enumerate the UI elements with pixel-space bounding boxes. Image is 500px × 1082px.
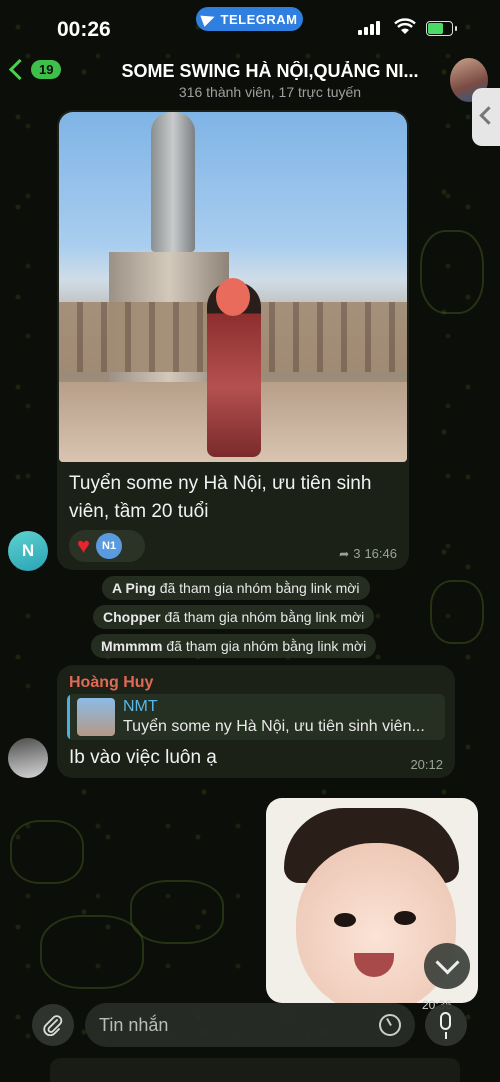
joined-user-name[interactable]: A Ping: [112, 580, 156, 596]
chat-header: 19 SOME SWING HÀ NỘI,QUẢNG NI... 316 thà…: [0, 50, 500, 105]
message-bubble-photo[interactable]: Tuyển some ny Hà Nội, ưu tiên sinh viên,…: [57, 110, 409, 570]
side-panel-tab[interactable]: [472, 88, 500, 146]
message-time: 16:46: [364, 546, 397, 561]
scroll-down-chevron-icon: [435, 950, 460, 975]
message-text: Ib vào việc luôn ạ: [69, 747, 217, 768]
wifi-icon: [394, 18, 416, 34]
background-doodle: [420, 230, 484, 314]
back-chevron-icon: [8, 58, 31, 81]
chat-title[interactable]: SOME SWING HÀ NỘI,QUẢNG NI...: [100, 61, 440, 82]
sender-avatar[interactable]: [8, 738, 48, 778]
telegram-pill-label: TELEGRAM: [220, 11, 298, 27]
message-bubble-reply[interactable]: Hoàng Huy NMT Tuyển some ny Hà Nội, ưu t…: [57, 665, 455, 778]
message-input-placeholder: Tin nhắn: [99, 1015, 169, 1035]
reply-quote[interactable]: NMT Tuyển some ny Hà Nội, ưu tiên sinh v…: [67, 694, 445, 740]
sticker-icon[interactable]: [379, 1014, 401, 1036]
background-doodle: [130, 880, 224, 944]
quote-sender: NMT: [123, 698, 158, 715]
reply-count: 3: [353, 546, 361, 561]
mic-icon: [440, 1012, 451, 1030]
status-bar: 00:26 TELEGRAM: [0, 0, 500, 50]
attach-paperclip-icon: [43, 1015, 63, 1036]
back-button[interactable]: 19: [8, 58, 62, 81]
side-panel-chevron-icon: [479, 106, 498, 125]
sender-avatar[interactable]: N: [8, 531, 48, 571]
chat-subtitle: 316 thành viên, 17 trực tuyến: [178, 84, 362, 100]
scroll-to-bottom-button[interactable]: [424, 943, 470, 989]
reaction-chip[interactable]: ♥ N1: [69, 530, 145, 562]
background-doodle: [430, 580, 484, 644]
quote-thumbnail: [77, 698, 115, 736]
telegram-plane-icon: [199, 11, 217, 27]
service-message: Chopper đã tham gia nhóm bằng link mời: [93, 605, 375, 629]
message-input[interactable]: Tin nhắn: [85, 1003, 415, 1047]
sender-name[interactable]: Hoàng Huy: [69, 674, 153, 692]
mic-button[interactable]: [425, 1004, 467, 1046]
message-photo[interactable]: [59, 112, 407, 462]
battery-icon: [426, 21, 457, 36]
service-message: Mmmmm đã tham gia nhóm bằng link mời: [91, 634, 377, 658]
unread-count-badge: 19: [31, 60, 62, 79]
message-time: 20:12: [410, 757, 443, 772]
quote-text: Tuyển some ny Hà Nội, ưu tiên sinh viên.…: [123, 718, 425, 735]
joined-user-name[interactable]: Chopper: [103, 609, 161, 625]
reaction-avatar: N1: [96, 533, 123, 559]
status-time: 00:26: [57, 18, 111, 41]
message-caption: Tuyển some ny Hà Nội, ưu tiên sinh viên,…: [69, 473, 372, 522]
background-doodle: [40, 915, 144, 989]
reply-arrow-icon: ➦: [339, 546, 350, 561]
joined-user-name[interactable]: Mmmmm: [101, 638, 162, 654]
signal-icon: [358, 21, 380, 35]
service-message: A Ping đã tham gia nhóm bằng link mời: [102, 576, 370, 600]
telegram-pill[interactable]: TELEGRAM: [196, 7, 303, 31]
background-doodle: [10, 820, 84, 884]
heart-icon: ♥: [77, 533, 91, 558]
message-meta[interactable]: ➦ 3 16:46: [339, 546, 397, 561]
message-composer: Tin nhắn 20:36: [0, 996, 500, 1082]
attach-button[interactable]: [32, 1004, 74, 1046]
